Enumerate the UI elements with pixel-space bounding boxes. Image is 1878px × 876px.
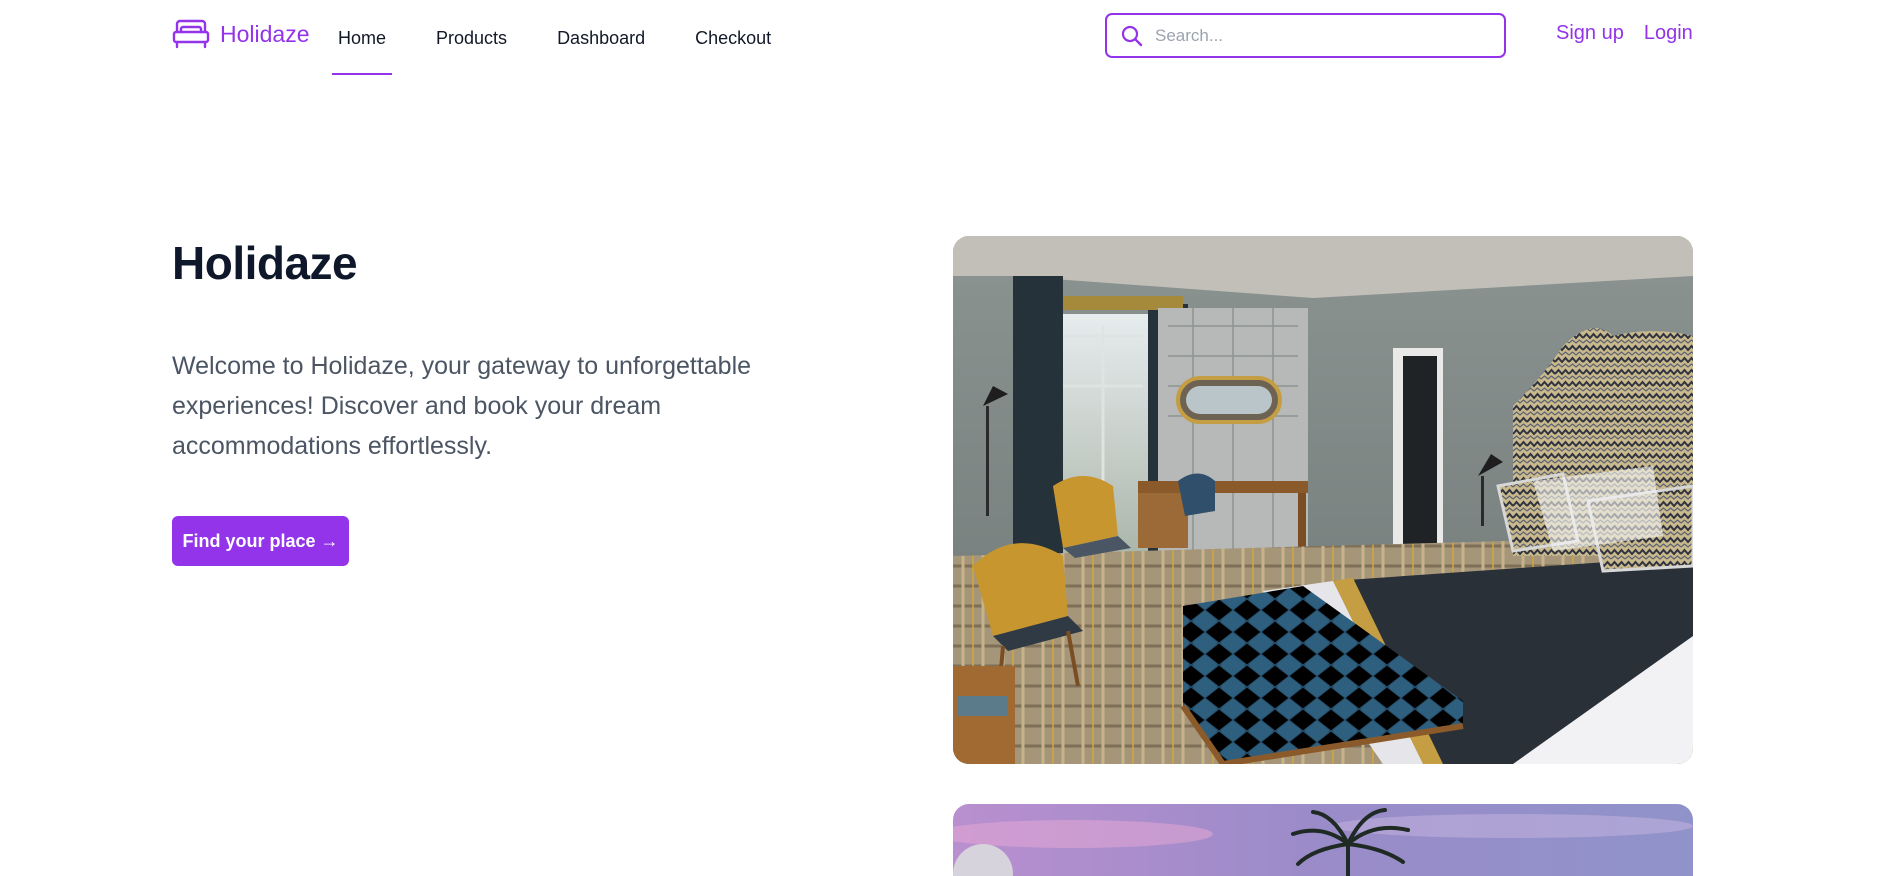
signup-link[interactable]: Sign up xyxy=(1556,22,1624,45)
brand-logo-link[interactable]: Holidaze xyxy=(172,18,310,50)
bed-icon xyxy=(172,19,210,49)
search-box[interactable] xyxy=(1105,13,1506,58)
hero-description: Welcome to Holidaze, your gateway to unf… xyxy=(172,352,752,460)
nav-link-home[interactable]: Home xyxy=(332,0,393,76)
search-icon xyxy=(1121,25,1143,46)
login-link[interactable]: Login xyxy=(1644,22,1693,45)
nav-link-products[interactable]: Products xyxy=(436,0,507,76)
main-nav: Home Products Dashboard Checkout xyxy=(332,0,821,76)
nav-link-dashboard[interactable]: Dashboard xyxy=(557,0,645,76)
auth-links: Sign up Login xyxy=(1556,22,1693,45)
brand-name: Holidaze xyxy=(220,20,310,47)
nav-link-checkout[interactable]: Checkout xyxy=(695,0,771,76)
search-input[interactable] xyxy=(1155,25,1495,46)
top-navigation: Holidaze Home Products Dashboard Checkou… xyxy=(0,0,1878,76)
find-your-place-button[interactable]: Find your place → xyxy=(172,516,349,566)
resort-sunset-image xyxy=(953,804,1693,876)
hotel-room-image xyxy=(953,236,1693,764)
hero-title: Holidaze xyxy=(172,237,358,289)
